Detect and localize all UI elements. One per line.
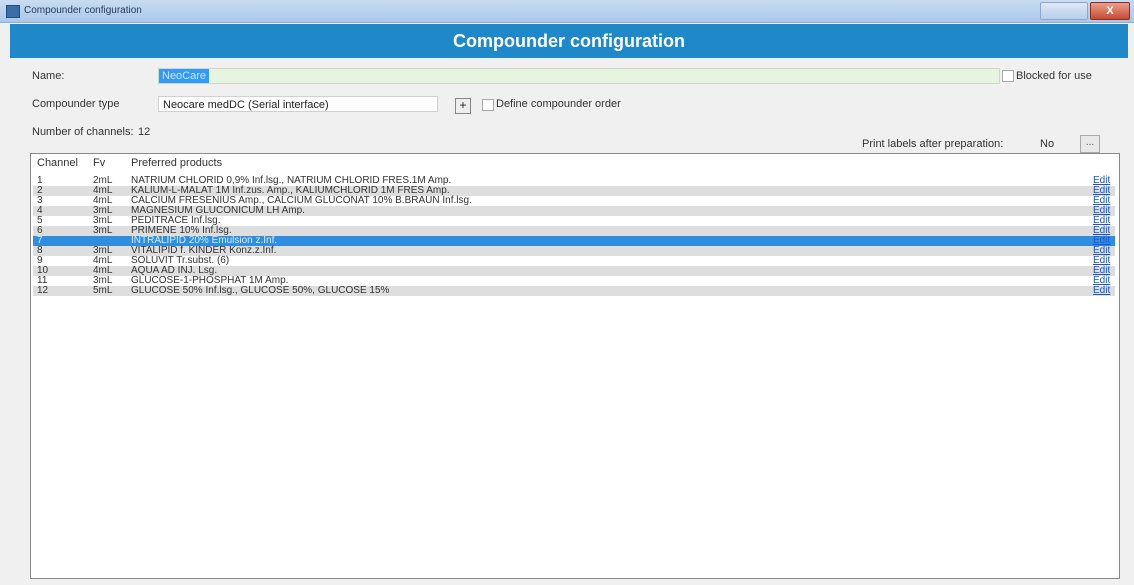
- name-value: NeoCare: [159, 69, 210, 83]
- compounder-type-select[interactable]: Neocare medDC (Serial interface): [158, 96, 438, 112]
- window-title: Compounder configuration: [24, 5, 142, 16]
- channels-label: Number of channels:: [32, 126, 134, 138]
- page-title: Compounder configuration: [10, 24, 1128, 58]
- close-button[interactable]: X: [1090, 2, 1130, 20]
- window-titlebar: Compounder configuration X: [0, 0, 1134, 23]
- row-channel: 12: [37, 285, 49, 296]
- name-label: Name:: [32, 70, 65, 82]
- channels-value: 12: [138, 126, 151, 138]
- print-labels-value: No: [1040, 138, 1055, 150]
- channels-table: Channel Fv Preferred products 1 2mL NATRIU…: [30, 153, 1120, 579]
- name-field[interactable]: NeoCare: [158, 68, 1000, 84]
- table-rows: 1 2mL NATRIUM CHLORID 0,9% Inf.lsg., NATRI…: [33, 176, 1115, 296]
- row-fv: 5mL: [93, 285, 113, 296]
- edit-link[interactable]: Edit: [1093, 286, 1110, 296]
- col-channel: Channel: [37, 157, 78, 169]
- blocked-label: Blocked for use: [1016, 70, 1092, 82]
- col-preferred-products: Preferred products: [131, 157, 223, 169]
- row-products: GLUCOSE 50% Inf.lsg., GLUCOSE 50%, GLUCO…: [131, 285, 390, 296]
- col-fv: Fv: [93, 157, 106, 169]
- define-order-label: Define compounder order: [496, 98, 621, 110]
- print-labels-label: Print labels after preparation:: [862, 138, 1004, 150]
- app-icon: [6, 5, 20, 18]
- add-type-button[interactable]: +: [455, 98, 471, 114]
- table-header: Channel Fv Preferred products: [31, 154, 1119, 169]
- table-row[interactable]: 12 5mL GLUCOSE 50% Inf.lsg., GLUCOSE 50%, …: [33, 286, 1115, 296]
- row-fv: 3mL: [93, 225, 113, 236]
- compounder-type-label: Compounder type: [32, 98, 120, 110]
- print-labels-dropdown-button[interactable]: ...: [1080, 135, 1100, 153]
- blocked-checkbox[interactable]: [1002, 70, 1014, 82]
- minimize-maximize-buttons[interactable]: [1040, 2, 1088, 20]
- define-order-checkbox[interactable]: [482, 99, 494, 111]
